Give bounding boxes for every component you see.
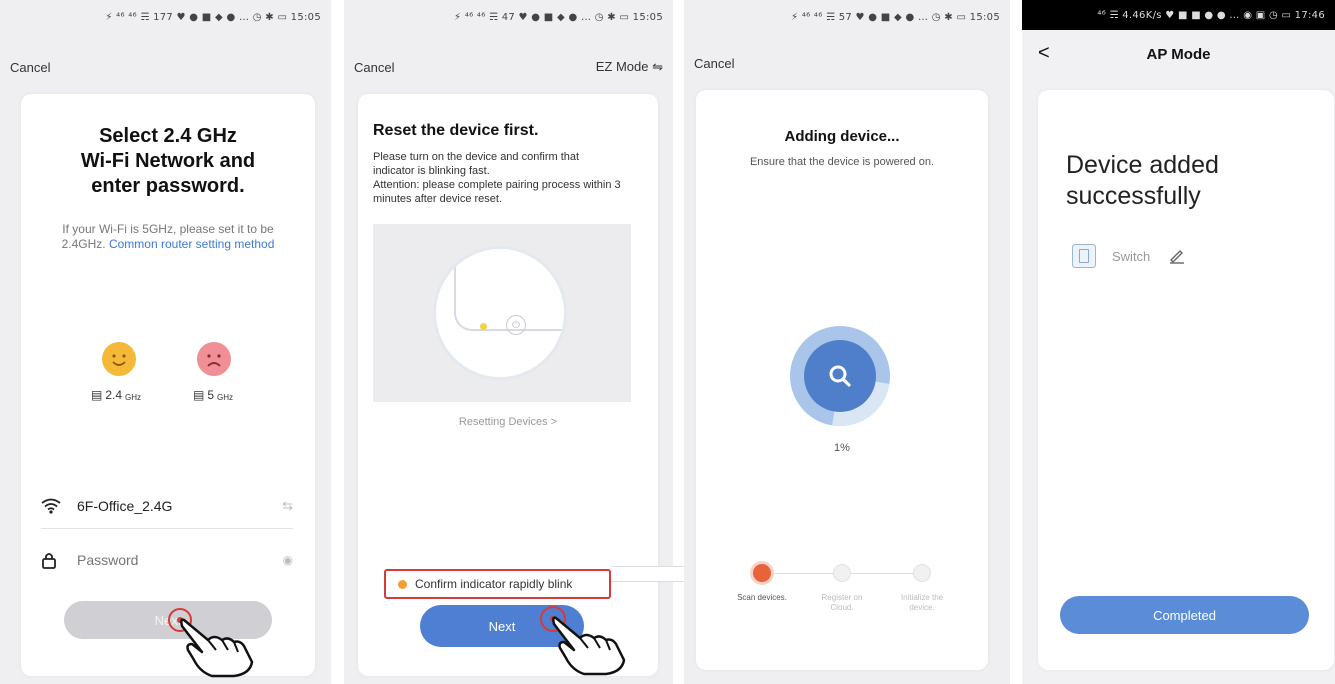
- password-row: ◉: [41, 540, 293, 580]
- search-icon: [829, 365, 851, 387]
- success-card: Device added successfully Switch Complet…: [1038, 90, 1334, 670]
- status-bar: ⚡ ⁴⁶ ⁴⁶ ☴ 177 ♥ ● ■ ◆ ● … ◷ ✱ ▭ 15:05: [0, 0, 331, 34]
- completed-button[interactable]: Completed: [1060, 596, 1309, 634]
- router-setting-link[interactable]: Common router setting method: [109, 237, 274, 251]
- progress-ring: [790, 326, 890, 426]
- device-name: Switch: [1112, 248, 1151, 264]
- router-icon: ▤: [193, 388, 205, 402]
- device-row: Switch: [1072, 244, 1186, 268]
- cancel-button[interactable]: Cancel: [354, 60, 394, 75]
- success-line-1: Device added: [1066, 151, 1219, 179]
- pencil-edit-icon[interactable]: [1168, 248, 1186, 264]
- eye-icon[interactable]: ◉: [283, 553, 293, 567]
- wifi-icon: [41, 498, 61, 514]
- completed-button-label: Completed: [1153, 607, 1216, 623]
- reset-card: Reset the device first. Please turn on t…: [358, 94, 658, 676]
- status-bar: ⁴⁶ ☴ 4.46K/s ♥ ■ ■ ● ● … ◉ ▣ ◷ ▭ 17:46: [1022, 0, 1335, 30]
- sad-icon: [197, 342, 231, 376]
- band-5-label: ▤ 5 GHz: [193, 388, 233, 402]
- success-line-2: successfully: [1066, 182, 1201, 210]
- top-bar: Cancel: [0, 52, 331, 82]
- status-text: ⚡ ⁴⁶ ⁴⁶ ☴ 47 ♥ ● ■ ◆ ● … ◷ ✱ ▭ 15:05: [454, 11, 663, 23]
- page-title: Reset the device first.: [373, 122, 539, 139]
- band-5-unit: GHz: [217, 393, 234, 402]
- title-line-2: Wi-Fi Network and: [80, 150, 256, 172]
- password-input[interactable]: [75, 551, 283, 569]
- switch-network-icon[interactable]: ⇆: [282, 498, 293, 514]
- screen-ap-mode-success: ⁴⁶ ☴ 4.46K/s ♥ ■ ■ ● ● … ◉ ▣ ◷ ▭ 17:46 <…: [1022, 0, 1335, 684]
- band-24-value: 2.4: [105, 388, 123, 402]
- cancel-button[interactable]: Cancel: [10, 60, 50, 75]
- router-icon: ▤: [91, 388, 103, 402]
- band-24-unit: GHz: [125, 393, 142, 402]
- cancel-button[interactable]: Cancel: [694, 56, 734, 71]
- confirm-label: Confirm indicator rapidly blink: [415, 577, 573, 591]
- instruction-2: Attention: please complete pairing proce…: [373, 179, 621, 205]
- ez-mode-toggle[interactable]: EZ Mode ⇋: [596, 59, 663, 75]
- status-text: ⚡ ⁴⁶ ⁴⁶ ☴ 177 ♥ ● ■ ◆ ● … ◷ ✱ ▭ 15:05: [105, 11, 321, 23]
- screen-wifi-setup: ⚡ ⁴⁶ ⁴⁶ ☴ 177 ♥ ● ■ ◆ ● … ◷ ✱ ▭ 15:05 Ca…: [0, 0, 331, 684]
- status-text: ⚡ ⁴⁶ ⁴⁶ ☴ 57 ♥ ● ■ ◆ ● … ◷ ✱ ▭ 15:05: [791, 11, 1000, 23]
- pointing-hand-icon: [180, 618, 254, 678]
- switch-device-icon: [1072, 244, 1096, 268]
- hint: If your Wi-Fi is 5GHz, please set it to …: [59, 222, 277, 252]
- instructions: Please turn on the device and confirm th…: [373, 150, 623, 206]
- device-illustration: ⏻: [373, 224, 631, 402]
- step-initialize-label: Initialize the device.: [900, 593, 944, 612]
- pointing-hand-icon: [552, 616, 626, 676]
- page-title: AP Mode: [1146, 46, 1211, 63]
- screen-adding-device: ⚡ ⁴⁶ ⁴⁶ ☴ 57 ♥ ● ■ ◆ ● … ◷ ✱ ▭ 15:05 Can…: [684, 0, 1010, 684]
- step-scan-label: Scan devices.: [737, 593, 787, 602]
- checkbox-checked-icon: [398, 579, 407, 589]
- step-cloud-icon: [833, 564, 851, 582]
- power-icon: ⏻: [506, 315, 526, 335]
- instruction-1: Please turn on the device and confirm th…: [373, 151, 580, 177]
- top-bar: Cancel: [684, 48, 1010, 78]
- nav-bar: < AP Mode: [1022, 34, 1335, 74]
- page-title: Select 2.4 GHz Wi-Fi Network and enter p…: [21, 124, 315, 199]
- next-button-label: Next: [488, 618, 516, 634]
- smile-icon: [102, 342, 136, 376]
- page-title: Adding device...: [784, 128, 900, 145]
- success-message: Device added successfully: [1066, 150, 1219, 212]
- confirm-checkbox-row[interactable]: Confirm indicator rapidly blink: [384, 569, 611, 599]
- step-scan-icon: [753, 564, 771, 582]
- lock-icon: [42, 553, 56, 569]
- band-24-label: ▤ 2.4 GHz: [91, 388, 141, 402]
- page-subtitle: Ensure that the device is powered on.: [749, 156, 935, 168]
- status-bar: ⚡ ⁴⁶ ⁴⁶ ☴ 57 ♥ ● ■ ◆ ● … ◷ ✱ ▭ 15:05: [684, 0, 1010, 34]
- indicator-light: [480, 323, 487, 330]
- wifi-name: 6F-Office_2.4G: [77, 498, 173, 514]
- top-bar: Cancel EZ Mode ⇋: [344, 52, 673, 82]
- wifi-card: Select 2.4 GHz Wi-Fi Network and enter p…: [21, 94, 315, 678]
- band-5-value: 5: [207, 388, 215, 402]
- step-register-label: Register on Cloud.: [821, 593, 863, 612]
- wifi-row[interactable]: 6F-Office_2.4G ⇆: [41, 484, 293, 529]
- title-line-1: Select 2.4 GHz: [99, 125, 237, 147]
- title-line-3: enter password.: [91, 175, 245, 197]
- resetting-devices-link[interactable]: Resetting Devices >: [358, 416, 658, 428]
- status-bar: ⚡ ⁴⁶ ⁴⁶ ☴ 47 ♥ ● ■ ◆ ● … ◷ ✱ ▭ 15:05: [344, 0, 673, 34]
- step-init-icon: [913, 564, 931, 582]
- progress-percent: 1%: [834, 442, 850, 454]
- status-text: ⁴⁶ ☴ 4.46K/s ♥ ■ ■ ● ● … ◉ ▣ ◷ ▭ 17:46: [1097, 9, 1325, 21]
- adding-card: Adding device... Ensure that the device …: [696, 90, 988, 670]
